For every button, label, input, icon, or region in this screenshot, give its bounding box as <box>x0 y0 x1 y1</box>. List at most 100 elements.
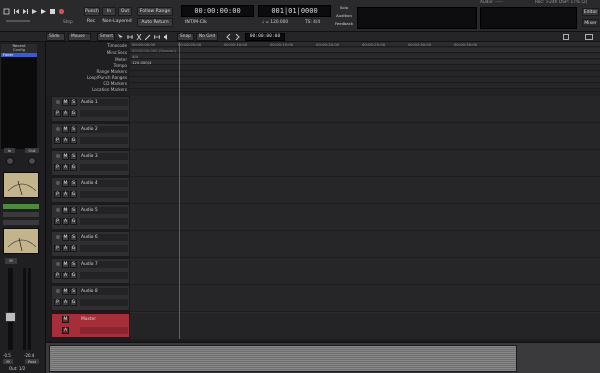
mixer-button[interactable]: Mixer <box>582 19 599 27</box>
automation-button[interactable]: A <box>62 272 69 279</box>
master-track-header[interactable]: M Master A <box>51 313 130 338</box>
track-lane[interactable] <box>130 204 600 231</box>
auto-return-button[interactable]: Auto Return <box>137 18 173 27</box>
track-name[interactable]: Audio 2 <box>80 126 128 133</box>
solo-button[interactable]: S <box>70 180 77 187</box>
primary-clock[interactable]: 00:00:00:00 <box>181 5 254 17</box>
fader-track[interactable] <box>5 268 16 350</box>
solo-button[interactable]: Solo <box>334 5 354 12</box>
playhead-ruler[interactable] <box>179 42 180 96</box>
grid-dropdown[interactable]: No Grid <box>196 33 218 41</box>
track-routing-box[interactable] <box>80 110 128 117</box>
mute-button[interactable]: M <box>62 234 69 241</box>
track-routing-box[interactable] <box>80 191 128 198</box>
solo-button[interactable]: S <box>70 126 77 133</box>
punch-out-button[interactable]: Out <box>118 7 132 16</box>
editor-button[interactable]: Editor <box>582 8 599 16</box>
tempo-readout[interactable]: ♩ = 120.000 <box>262 20 288 25</box>
loop-punch-ruler[interactable] <box>130 72 600 77</box>
track-lane[interactable] <box>130 258 600 285</box>
meter-readout[interactable]: TS: 4/4 <box>305 20 320 25</box>
plugin-slot-1[interactable] <box>3 212 39 217</box>
location-markers-ruler[interactable] <box>130 84 600 89</box>
playlist-button[interactable]: P <box>54 245 61 252</box>
group-button[interactable]: G <box>70 218 77 225</box>
ruler-label-location-markers[interactable]: Location Markers <box>92 87 127 92</box>
group-button[interactable]: G <box>70 110 77 117</box>
track-name[interactable]: Audio 3 <box>80 153 128 160</box>
output-button[interactable]: Out <box>25 148 39 153</box>
track-routing-box[interactable] <box>80 245 128 252</box>
track-routing-box[interactable] <box>80 137 128 144</box>
playlist-button[interactable]: P <box>54 272 61 279</box>
mini-timeline[interactable] <box>357 7 477 29</box>
play-icon[interactable] <box>40 8 47 15</box>
rec-arm-button[interactable] <box>54 153 61 160</box>
playhead-overlay[interactable] <box>179 96 180 339</box>
track-header[interactable]: M S Audio 5 PAG <box>51 204 130 230</box>
ruler-label-range-markers[interactable]: Range Markers <box>96 69 127 74</box>
track-header[interactable]: M S Audio 6 PAG <box>51 231 130 257</box>
meter-ruler[interactable]: 4/4 <box>130 54 600 59</box>
track-name[interactable]: Audio 1 <box>80 99 128 106</box>
track-lane[interactable] <box>130 96 600 123</box>
track-routing-box[interactable] <box>80 299 128 306</box>
track-name[interactable]: Audio 8 <box>80 288 128 295</box>
rec-arm-button[interactable] <box>54 99 61 106</box>
mute-button-strip[interactable]: M <box>5 258 17 264</box>
playlist-button[interactable]: P <box>54 191 61 198</box>
solo-button[interactable]: S <box>70 99 77 106</box>
playlist-button[interactable]: P <box>54 137 61 144</box>
stretch-tool-icon[interactable] <box>154 34 160 40</box>
non-layered-dropdown[interactable]: Non-Layered <box>100 18 134 27</box>
grab-tool-icon[interactable] <box>118 34 124 40</box>
solo-button[interactable]: S <box>70 261 77 268</box>
solo-button[interactable]: S <box>70 288 77 295</box>
record-icon[interactable] <box>58 8 65 15</box>
track-routing-box[interactable] <box>80 272 128 279</box>
playlist-button[interactable]: P <box>54 164 61 171</box>
rec-arm-button[interactable] <box>54 234 61 241</box>
fader-handle[interactable] <box>5 312 16 322</box>
range-tool-icon[interactable] <box>127 34 133 40</box>
rec-arm-button[interactable] <box>54 180 61 187</box>
gain-readout[interactable]: -0.5 <box>3 353 11 358</box>
punch-in-button[interactable]: In <box>102 7 116 16</box>
input-trim-knob[interactable] <box>6 157 14 165</box>
timecode-ruler[interactable]: 00:00:00:00 00:00:05:00 00:00:10:00 00:0… <box>130 42 600 47</box>
audition-tool-icon[interactable] <box>163 34 169 40</box>
automation-button[interactable]: A <box>62 245 69 252</box>
automation-button[interactable]: A <box>62 137 69 144</box>
tempo-ruler[interactable]: 120.000/4 <box>130 60 600 65</box>
track-lane[interactable] <box>130 177 600 204</box>
rec-arm-button[interactable] <box>54 288 61 295</box>
nudge-clock[interactable]: 00:00:00:00 <box>245 33 285 41</box>
track-name[interactable]: Audio 4 <box>80 180 128 187</box>
play-range-icon[interactable] <box>31 8 38 15</box>
playlist-button[interactable]: P <box>54 299 61 306</box>
mute-button[interactable]: M <box>62 288 69 295</box>
mute-button[interactable]: M <box>62 99 69 106</box>
track-name[interactable]: Audio 6 <box>80 234 128 241</box>
pan-knob[interactable] <box>28 157 36 165</box>
smart-mode-button[interactable]: Smart <box>97 33 115 41</box>
ruler-area[interactable]: 00:00:00:00 00:00:05:00 00:00:10:00 00:0… <box>130 42 600 96</box>
ruler-label-loop-punch[interactable]: Loop/Punch Ranges <box>87 75 127 80</box>
nudge-forward-icon[interactable] <box>234 34 240 40</box>
goto-end-icon[interactable] <box>22 8 29 15</box>
punch-button[interactable]: Punch <box>84 7 100 16</box>
track-lane[interactable] <box>130 231 600 258</box>
range-markers-ruler[interactable] <box>130 66 600 71</box>
tempo-marker[interactable]: 120.000/4 <box>132 60 151 65</box>
nudge-back-icon[interactable] <box>226 34 232 40</box>
master-routing-box[interactable] <box>80 327 128 334</box>
mute-button[interactable]: M <box>62 153 69 160</box>
draw-tool-icon[interactable] <box>145 34 151 40</box>
shuttle-slider[interactable] <box>4 18 32 24</box>
automation-button[interactable]: A <box>62 164 69 171</box>
meter-point-post[interactable]: Post <box>25 359 39 364</box>
mute-button[interactable]: M <box>62 126 69 133</box>
group-button[interactable]: G <box>70 164 77 171</box>
group-button[interactable]: G <box>70 137 77 144</box>
minsecs-ruler[interactable]: 00:00:00.000 (Session) <box>130 48 600 53</box>
